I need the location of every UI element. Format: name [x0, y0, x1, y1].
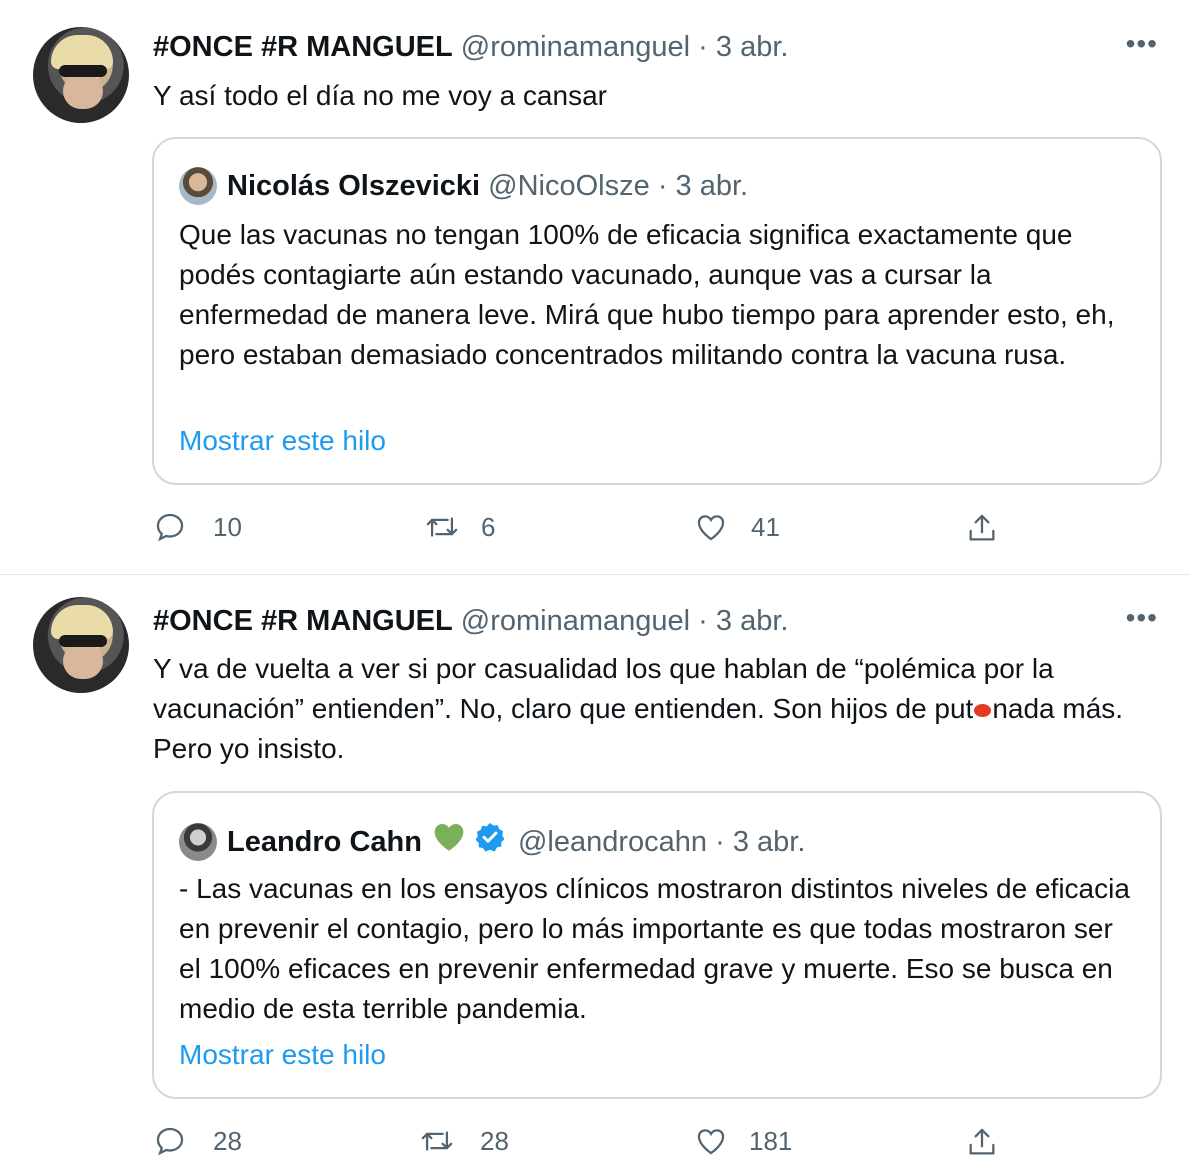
tweet-header: #ONCE #R MANGUEL @rominamanguel · 3 abr. — [153, 29, 788, 65]
quoted-author-avatar[interactable] — [179, 167, 217, 205]
like-count: 181 — [749, 1125, 793, 1156]
author-name[interactable]: #ONCE #R MANGUEL — [153, 31, 453, 63]
verified-badge-icon — [474, 821, 506, 862]
quoted-tweet-header: Leandro Cahn @leandrocahn · 3 abr. — [179, 821, 805, 862]
quoted-tweet-date[interactable]: 3 abr. — [676, 168, 749, 204]
like-button[interactable]: 41 — [693, 510, 780, 544]
author-handle[interactable]: @rominamanguel — [461, 31, 690, 63]
quoted-tweet-text: - Las vacunas en los ensayos clínicos mo… — [179, 873, 1130, 1024]
tweet-date[interactable]: 3 abr. — [716, 605, 789, 637]
redaction-mark — [974, 704, 992, 718]
like-icon — [693, 1124, 729, 1158]
reply-icon — [153, 510, 187, 544]
like-button[interactable]: 181 — [693, 1124, 792, 1158]
quoted-tweet-header: Nicolás Olszevicki @NicoOlsze · 3 abr. — [179, 167, 748, 205]
share-button[interactable] — [965, 1124, 999, 1160]
quoted-author-handle[interactable]: @leandrocahn — [518, 824, 707, 860]
retweet-button[interactable]: 6 — [423, 510, 495, 544]
separator: · — [657, 170, 668, 202]
reply-button[interactable]: 10 — [153, 510, 242, 544]
retweet-icon — [418, 1124, 456, 1158]
tweet[interactable]: #ONCE #R MANGUEL @rominamanguel · 3 abr.… — [0, 0, 1190, 574]
tweet-header: #ONCE #R MANGUEL @rominamanguel · 3 abr. — [153, 603, 788, 639]
tweet-actions: 10 6 41 — [153, 510, 1153, 550]
like-count: 41 — [751, 511, 780, 542]
quoted-tweet[interactable]: Leandro Cahn @leandrocahn · 3 abr. - Las… — [152, 791, 1162, 1099]
retweet-count: 6 — [481, 511, 496, 542]
separator: · — [698, 605, 708, 637]
author-handle[interactable]: @rominamanguel — [461, 605, 690, 637]
author-name[interactable]: #ONCE #R MANGUEL — [153, 605, 453, 637]
tweet-text-part: Y va de vuelta a ver si por casualidad l… — [153, 653, 1054, 724]
more-icon[interactable]: ••• — [1126, 604, 1158, 632]
reply-count: 28 — [213, 1125, 242, 1156]
share-button[interactable] — [965, 510, 999, 546]
author-avatar[interactable] — [33, 27, 129, 123]
separator: · — [698, 31, 708, 63]
more-icon[interactable]: ••• — [1126, 30, 1158, 58]
quoted-author-name[interactable]: Nicolás Olszevicki — [227, 168, 480, 204]
retweet-button[interactable]: 28 — [418, 1124, 509, 1158]
tweet-text: Y va de vuelta a ver si por casualidad l… — [153, 649, 1153, 769]
quoted-tweet[interactable]: Nicolás Olszevicki @NicoOlsze · 3 abr. Q… — [152, 137, 1162, 485]
reply-count: 10 — [213, 511, 242, 542]
quoted-author-avatar[interactable] — [179, 822, 217, 861]
quoted-author-name[interactable]: Leandro Cahn — [227, 824, 422, 860]
tweet-actions: 28 28 181 — [153, 1124, 1153, 1164]
separator: · — [715, 825, 725, 858]
quoted-tweet-date[interactable]: 3 abr. — [733, 824, 806, 860]
share-icon — [965, 1124, 999, 1160]
show-thread-link[interactable]: Mostrar este hilo — [179, 1037, 386, 1073]
like-icon — [693, 510, 729, 544]
retweet-count: 28 — [480, 1125, 509, 1156]
reply-button[interactable]: 28 — [153, 1124, 242, 1158]
share-icon — [965, 510, 999, 546]
tweet[interactable]: #ONCE #R MANGUEL @rominamanguel · 3 abr.… — [0, 575, 1190, 1174]
green-heart-icon — [432, 822, 466, 861]
tweet-date[interactable]: 3 abr. — [716, 31, 789, 63]
quoted-author-handle[interactable]: @NicoOlsze — [488, 168, 650, 204]
author-avatar[interactable] — [33, 597, 129, 693]
show-thread-link[interactable]: Mostrar este hilo — [179, 423, 386, 459]
retweet-icon — [423, 510, 461, 544]
quoted-tweet-text: Que las vacunas no tengan 100% de eficac… — [179, 219, 1115, 370]
tweet-text: Y así todo el día no me voy a cansar — [153, 80, 607, 111]
reply-icon — [153, 1124, 187, 1158]
